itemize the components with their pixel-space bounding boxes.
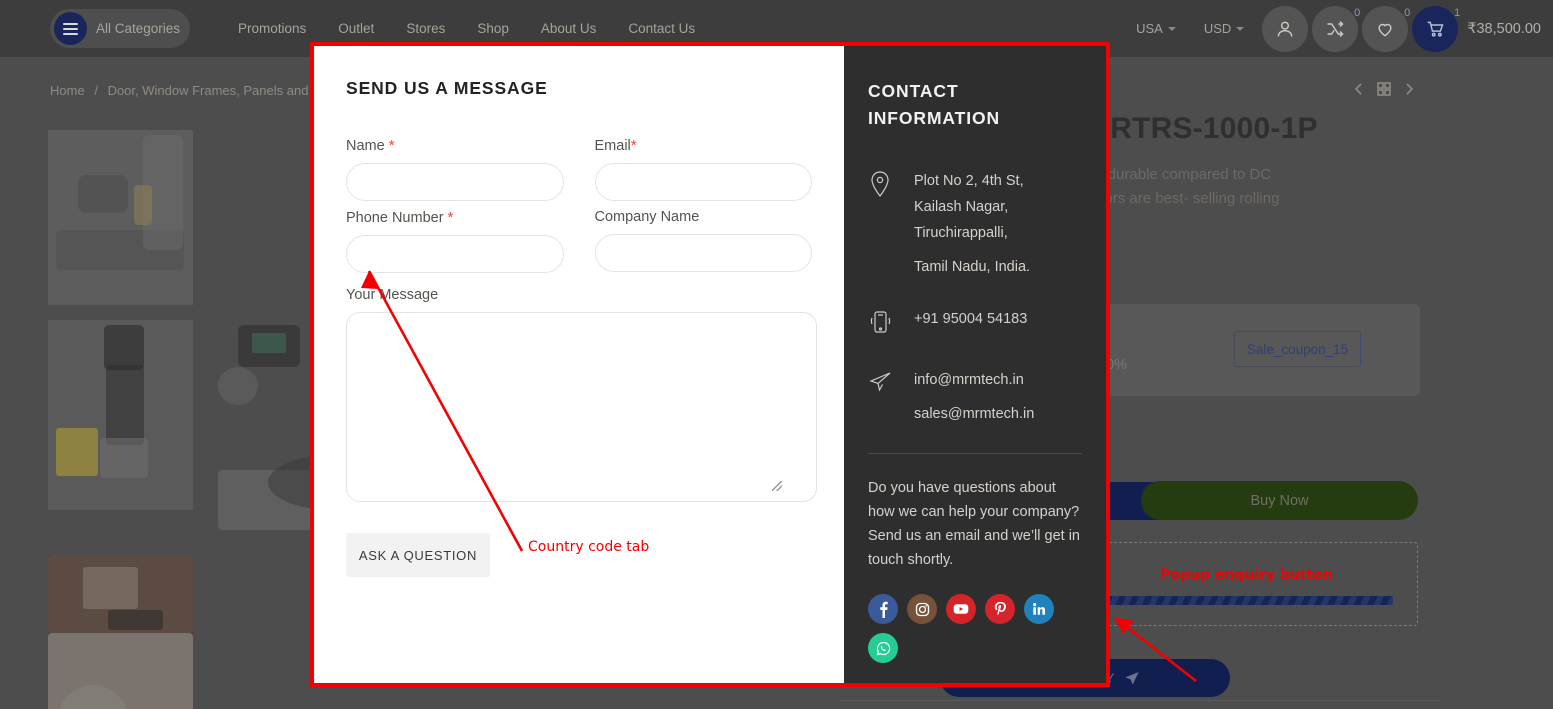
company-label: Company Name xyxy=(594,209,700,225)
required-asterisk: * xyxy=(630,137,637,154)
phone-label: Phone Number * xyxy=(346,209,454,226)
nav-item-shop[interactable]: Shop xyxy=(461,21,525,36)
divider xyxy=(868,453,1082,454)
form-row: Name * Email* xyxy=(346,137,812,201)
contact-phone: +91 95004 54183 xyxy=(868,306,1082,341)
product-title: MRTRS-1000-1P xyxy=(1085,112,1318,145)
email-secondary[interactable]: sales@mrmtech.in xyxy=(914,406,1034,422)
hamburger-icon xyxy=(54,12,87,45)
phone-input[interactable] xyxy=(346,235,564,273)
youtube-icon[interactable] xyxy=(946,594,976,624)
mobile-phone-icon xyxy=(868,306,896,341)
breadcrumb-home[interactable]: Home xyxy=(50,83,85,98)
cart-total: ₹38,500.00 xyxy=(1467,20,1541,37)
buy-now-button[interactable]: Buy Now xyxy=(1141,481,1418,520)
product-thumbnail[interactable] xyxy=(48,130,193,305)
heart-icon xyxy=(1378,23,1392,37)
contact-information-title: CONTACT INFORMATION xyxy=(868,81,1001,128)
company-field-group: Company Name xyxy=(594,209,812,273)
address-line-4: Tamil Nadu, India. xyxy=(914,259,1031,275)
contact-information-panel: CONTACT INFORMATION Plot No 2, 4th St, K… xyxy=(844,46,1106,683)
chevron-down-icon xyxy=(1167,26,1176,31)
linkedin-icon[interactable] xyxy=(1024,594,1054,624)
address-line-3: Tiruchirappalli, xyxy=(914,225,1008,241)
paper-plane-icon xyxy=(868,367,896,427)
nav-item-promotions[interactable]: Promotions xyxy=(222,21,322,36)
contact-paragraph: Do you have questions about how we can h… xyxy=(868,480,1080,568)
wishlist-button[interactable]: 0 xyxy=(1362,5,1411,52)
grid-icon[interactable] xyxy=(1377,82,1391,96)
breadcrumb-current: Door, Window Frames, Panels and Sh xyxy=(107,83,328,98)
pinterest-icon[interactable] xyxy=(985,594,1015,624)
nav-item-stores[interactable]: Stores xyxy=(390,21,461,36)
location-pin-icon xyxy=(868,168,896,280)
account-button[interactable] xyxy=(1262,5,1309,52)
popup-enquiry-annotation: Popup enquiry button xyxy=(1160,567,1333,583)
company-input[interactable] xyxy=(594,234,812,272)
email-primary[interactable]: info@mrmtech.in xyxy=(914,372,1024,388)
modal-form-panel: SEND US A MESSAGE Name * Email* Phone Nu… xyxy=(314,46,844,683)
name-field-group: Name * xyxy=(346,137,564,201)
breadcrumb-separator: / xyxy=(94,83,98,98)
address-text: Plot No 2, 4th St, Kailash Nagar, Tiruch… xyxy=(914,168,1030,280)
chevron-left-icon[interactable] xyxy=(1353,82,1365,96)
nav-item-contact-us[interactable]: Contact Us xyxy=(612,21,711,36)
facebook-icon[interactable] xyxy=(868,594,898,624)
user-icon xyxy=(1277,21,1293,37)
divider xyxy=(840,700,1440,701)
address-line-2: Kailash Nagar, xyxy=(914,199,1009,215)
compare-icon xyxy=(1327,20,1344,37)
address-line-1: Plot No 2, 4th St, xyxy=(914,173,1024,189)
required-asterisk: * xyxy=(388,137,395,154)
nav-item-outlet[interactable]: Outlet xyxy=(322,21,390,36)
email-input[interactable] xyxy=(594,163,812,201)
send-icon xyxy=(1125,672,1139,685)
message-field-group: Your Message xyxy=(346,287,817,507)
compare-button[interactable]: 0 xyxy=(1312,5,1361,52)
cart-count: 1 xyxy=(1454,6,1461,19)
social-links xyxy=(868,594,1078,663)
nav-item-about-us[interactable]: About Us xyxy=(525,21,613,36)
cart-icon xyxy=(1427,21,1444,37)
all-categories-button[interactable]: All Categories xyxy=(50,9,190,48)
country-label: USA xyxy=(1136,21,1163,36)
form-title: SEND US A MESSAGE xyxy=(346,78,548,98)
phone-number[interactable]: +91 95004 54183 xyxy=(914,306,1027,341)
country-selector[interactable]: USA xyxy=(1122,21,1190,36)
name-input[interactable] xyxy=(346,163,564,201)
header-utilities: USA USD 0 0 1 ₹38,500.00 xyxy=(1122,0,1541,57)
cart-button[interactable]: 1 xyxy=(1412,5,1461,52)
product-thumbnail[interactable] xyxy=(48,320,193,510)
phone-field-group: Phone Number * xyxy=(346,209,564,273)
form-row: Phone Number * Company Name xyxy=(346,209,812,273)
email-label: Email* xyxy=(594,137,637,154)
message-label: Your Message xyxy=(346,287,439,303)
contact-email: info@mrmtech.in sales@mrmtech.in xyxy=(868,367,1082,427)
enquiry-modal: SEND US A MESSAGE Name * Email* Phone Nu… xyxy=(310,42,1110,687)
compare-count: 0 xyxy=(1354,6,1361,19)
product-thumbnail[interactable] xyxy=(48,555,193,709)
product-gallery-nav xyxy=(1353,82,1415,96)
email-addresses: info@mrmtech.in sales@mrmtech.in xyxy=(914,367,1034,427)
all-categories-label: All Categories xyxy=(96,21,181,36)
ask-a-question-button[interactable]: ASK A QUESTION xyxy=(346,533,490,577)
coupon-code[interactable]: Sale_coupon_15 xyxy=(1234,331,1361,367)
chevron-right-icon[interactable] xyxy=(1403,82,1415,96)
breadcrumb: Home / Door, Window Frames, Panels and S… xyxy=(50,83,328,98)
email-field-group: Email* xyxy=(594,137,812,201)
currency-label: USD xyxy=(1203,21,1232,36)
wishlist-count: 0 xyxy=(1404,6,1411,19)
whatsapp-icon[interactable] xyxy=(868,633,898,663)
message-textarea[interactable] xyxy=(346,312,817,502)
currency-selector[interactable]: USD xyxy=(1190,21,1258,36)
name-label: Name * xyxy=(346,137,395,154)
instagram-icon[interactable] xyxy=(907,594,937,624)
contact-address: Plot No 2, 4th St, Kailash Nagar, Tiruch… xyxy=(868,168,1082,280)
textarea-resize-handle[interactable] xyxy=(772,481,782,491)
chevron-down-icon xyxy=(1236,26,1245,31)
required-asterisk: * xyxy=(447,209,454,226)
